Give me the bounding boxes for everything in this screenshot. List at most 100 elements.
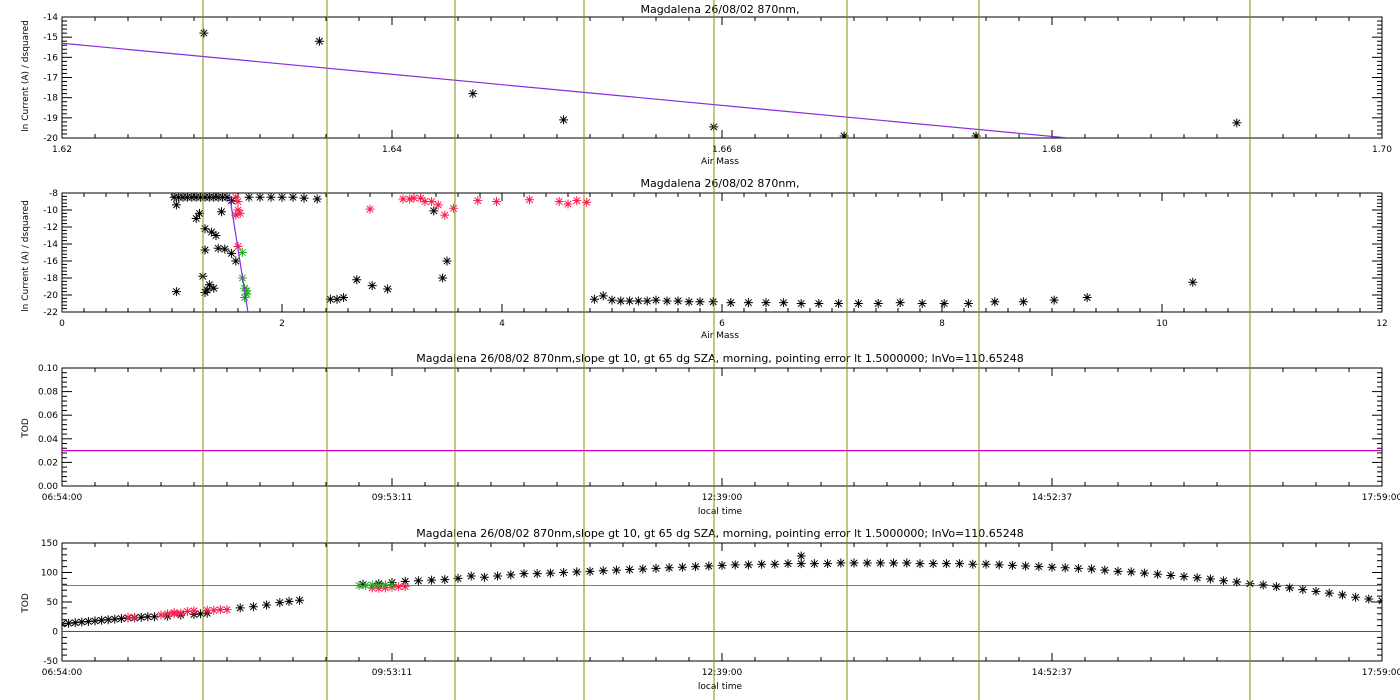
data-point — [103, 615, 113, 625]
x-tick-label: 1.64 — [382, 145, 402, 155]
y-tick-label: 0.04 — [38, 435, 58, 445]
data-point — [1364, 594, 1374, 604]
x-tick-label: 12:39:00 — [702, 668, 743, 678]
x-axis-label: local time — [698, 507, 743, 517]
data-point — [466, 571, 476, 581]
data-point — [691, 562, 701, 572]
data-point — [889, 558, 899, 568]
data-point — [704, 561, 714, 571]
data-point — [352, 275, 362, 285]
data-point — [895, 298, 905, 308]
data-point — [559, 568, 569, 577]
data-point — [284, 596, 294, 606]
data-point — [1219, 576, 1229, 586]
vertical-reference-lines — [202, 0, 1251, 700]
data-point — [1047, 562, 1057, 572]
data-point — [275, 598, 285, 608]
x-tick-label: 12:39:00 — [702, 493, 743, 503]
x-tick-label: 0 — [59, 319, 65, 329]
y-tick-label: -50 — [43, 657, 58, 667]
y-axis-label: ln Current (A) / dsquared — [21, 20, 31, 132]
data-point — [1232, 577, 1242, 587]
y-tick-label: -22 — [43, 308, 58, 318]
data-point — [849, 558, 859, 568]
data-point — [834, 299, 844, 308]
data-point — [440, 210, 450, 220]
data-point — [1192, 573, 1202, 583]
data-point — [367, 580, 377, 590]
data-point — [442, 256, 452, 266]
data-point — [314, 36, 324, 46]
data-point — [149, 612, 159, 622]
data-point — [1232, 118, 1242, 128]
fit-line — [62, 42, 1069, 138]
data-point — [64, 618, 74, 628]
data-point — [226, 248, 236, 258]
data-point — [730, 560, 740, 570]
x-tick-label: 1.70 — [1372, 145, 1392, 155]
data-point — [743, 298, 753, 308]
x-tick-label: 06:54:00 — [42, 493, 83, 503]
data-point — [1337, 590, 1347, 600]
y-tick-label: 0.00 — [38, 482, 58, 492]
data-point — [625, 565, 635, 575]
data-point — [1271, 582, 1281, 592]
panel-airmass-full: Magdalena 26/08/02 870nm, Air Mass ln Cu… — [21, 177, 1388, 341]
x-axis-label: local time — [698, 682, 743, 692]
data-point — [440, 575, 450, 585]
chart-canvas: Magdalena 26/08/02 870nm, Air Mass ln Cu… — [21, 0, 1400, 700]
data-point — [213, 243, 223, 253]
data-point — [90, 616, 100, 626]
data-point — [873, 299, 883, 308]
data-point — [651, 563, 661, 573]
data-point — [191, 214, 201, 223]
y-tick-label: 50 — [47, 598, 59, 608]
x-tick-label: 17:59:00 — [1362, 493, 1400, 503]
data-point — [1100, 565, 1110, 575]
data-point — [1021, 561, 1031, 571]
data-point — [433, 200, 443, 210]
data-point — [506, 570, 516, 580]
data-point — [862, 558, 872, 568]
data-point — [598, 291, 608, 301]
data-point — [449, 203, 459, 213]
x-tick-label: 14:52:37 — [1032, 493, 1072, 503]
data-point — [374, 580, 384, 590]
data-point — [695, 297, 705, 307]
data-point — [955, 559, 965, 569]
plot-frame — [61, 16, 1383, 139]
plot-area — [62, 28, 1242, 138]
panel-tod-scatter: Magdalena 26/08/02 870nm,slope gt 10, gt… — [21, 527, 1400, 692]
data-point — [116, 614, 126, 624]
data-point — [1377, 596, 1382, 606]
data-point — [1060, 563, 1070, 573]
data-point — [809, 559, 819, 569]
data-point — [796, 299, 806, 308]
chart-title: Magdalena 26/08/02 870nm,slope gt 10, gt… — [416, 527, 1024, 540]
data-point — [616, 296, 626, 306]
x-tick-label: 1.62 — [52, 145, 72, 155]
data-point — [743, 560, 753, 570]
y-axis-label: TOD — [21, 593, 31, 614]
x-tick-label: 14:52:37 — [1032, 668, 1072, 678]
y-tick-label: -12 — [43, 223, 58, 233]
y-tick-label: -18 — [43, 274, 58, 284]
y-tick-label: -18 — [43, 94, 58, 104]
y-tick-label: -15 — [43, 33, 58, 43]
data-point — [1139, 568, 1149, 578]
data-point — [554, 197, 564, 206]
x-axis-label: Air Mass — [701, 331, 739, 341]
data-point — [130, 612, 140, 622]
data-point — [295, 595, 305, 605]
y-tick-label: -20 — [43, 291, 58, 301]
plot-area — [62, 551, 1382, 632]
data-point — [468, 89, 478, 99]
data-point — [1073, 563, 1083, 573]
data-point — [1082, 293, 1092, 303]
data-point — [545, 568, 555, 578]
data-point — [176, 608, 186, 618]
data-point — [607, 295, 617, 305]
data-point — [413, 576, 423, 586]
data-point — [598, 566, 608, 576]
data-point — [361, 580, 371, 590]
